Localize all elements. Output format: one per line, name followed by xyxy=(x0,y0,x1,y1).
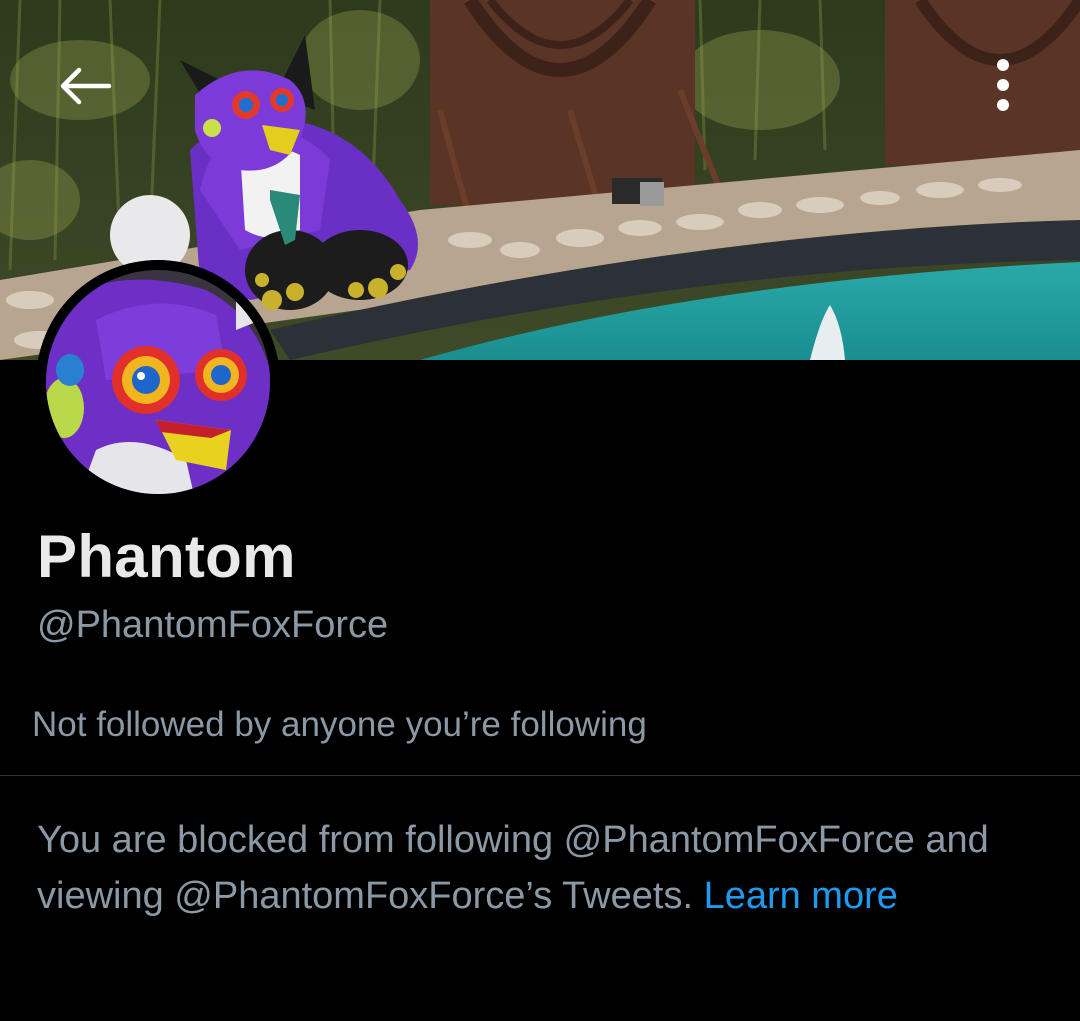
profile-avatar[interactable] xyxy=(36,260,280,504)
followed-by-text: Not followed by anyone you’re following xyxy=(32,705,647,744)
more-options-button[interactable] xyxy=(978,50,1028,120)
divider xyxy=(0,775,1080,776)
back-button[interactable] xyxy=(50,58,120,114)
learn-more-link[interactable]: Learn more xyxy=(704,875,898,917)
profile-display-name: Phantom xyxy=(37,523,296,590)
blocked-notice: You are blocked from following @PhantomF… xyxy=(37,812,1037,924)
avatar-image xyxy=(36,260,280,504)
profile-handle: @PhantomFoxForce xyxy=(37,604,389,646)
vertical-ellipsis-icon xyxy=(997,59,1009,111)
arrow-left-icon xyxy=(60,67,112,105)
